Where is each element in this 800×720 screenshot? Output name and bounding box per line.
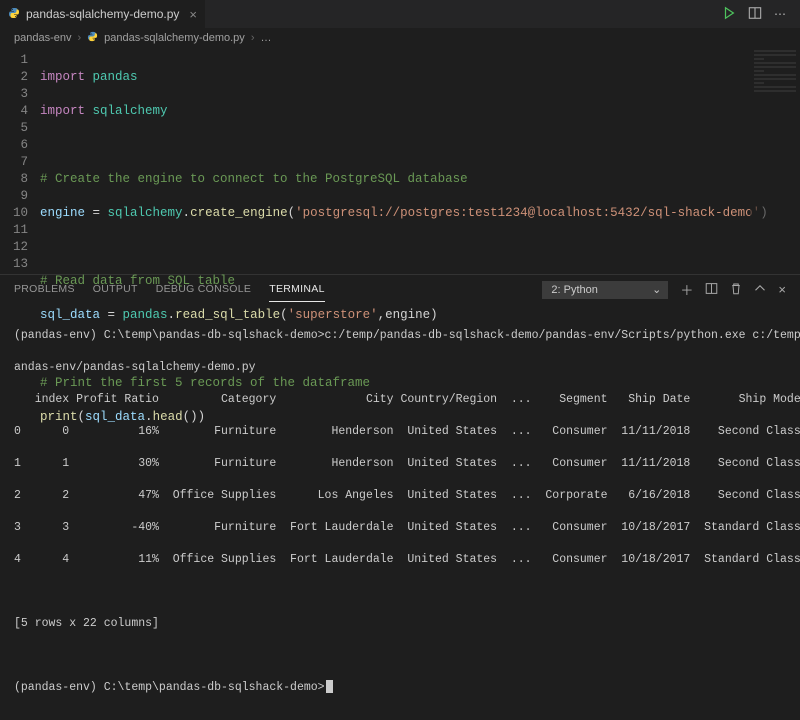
identifier: sql_data (40, 308, 100, 322)
operator: = (100, 308, 123, 322)
tab-filename: pandas-sqlalchemy-demo.py (26, 7, 179, 21)
string: 'superstore' (288, 308, 378, 322)
python-file-icon (87, 31, 98, 45)
line-number: 7 (0, 154, 28, 171)
line-number: 4 (0, 103, 28, 120)
chevron-right-icon: › (251, 32, 255, 44)
close-icon[interactable]: × (189, 7, 197, 22)
breadcrumb[interactable]: pandas-env › pandas-sqlalchemy-demo.py ›… (0, 28, 800, 48)
more-actions-icon[interactable]: ⋯ (774, 7, 786, 21)
table-row: 4 4 11% Office Supplies Fort Lauderdale … (14, 552, 786, 568)
line-number: 1 (0, 52, 28, 69)
line-number: 2 (0, 69, 28, 86)
line-number-gutter: 1 2 3 4 5 6 7 8 9 10 11 12 13 (0, 48, 40, 274)
module: sqlalchemy (93, 104, 168, 118)
module: pandas (123, 308, 168, 322)
comment: # Read data from SQL table (40, 274, 235, 288)
terminal-prompt: (pandas-env) C:\temp\pandas-db-sqlshack-… (14, 681, 325, 694)
maximize-panel-icon[interactable] (754, 282, 766, 297)
line-number: 8 (0, 171, 28, 188)
string: 'postgresql://postgres:test1234@localhos… (295, 206, 760, 220)
keyword: import (40, 104, 85, 118)
code-area[interactable]: import pandas import sqlalchemy # Create… (40, 48, 768, 274)
line-number: 9 (0, 188, 28, 205)
tab-bar: pandas-sqlalchemy-demo.py × ⋯ (0, 0, 800, 28)
punct: . (183, 206, 191, 220)
punct: ( (288, 206, 296, 220)
run-icon[interactable] (722, 6, 736, 23)
comment: # Create the engine to connect to the Po… (40, 172, 468, 186)
table-row: 3 3 -40% Furniture Fort Lauderdale Unite… (14, 520, 786, 536)
minimap[interactable] (750, 48, 800, 274)
breadcrumb-seg[interactable]: pandas-env (14, 32, 72, 44)
operator: = (85, 206, 108, 220)
line-number: 11 (0, 222, 28, 239)
module: sqlalchemy (108, 206, 183, 220)
keyword: import (40, 70, 85, 84)
terminal-selector[interactable]: 2: Python (542, 281, 668, 299)
punct: ,engine) (378, 308, 438, 322)
python-file-icon (8, 7, 20, 22)
line-number: 5 (0, 120, 28, 137)
identifier: engine (40, 206, 85, 220)
line-number: 3 (0, 86, 28, 103)
tab-bar-right: ⋯ (722, 6, 800, 23)
punct: . (168, 308, 176, 322)
function: head (153, 410, 183, 424)
function: create_engine (190, 206, 288, 220)
function: read_sql_table (175, 308, 280, 322)
chevron-right-icon: › (78, 32, 82, 44)
cursor-icon (326, 680, 333, 693)
split-terminal-icon[interactable] (705, 282, 718, 298)
code-editor[interactable]: 1 2 3 4 5 6 7 8 9 10 11 12 13 import pan… (0, 48, 800, 274)
identifier: sql_data (85, 410, 145, 424)
kill-terminal-icon[interactable] (730, 282, 742, 298)
punct: ()) (183, 410, 206, 424)
breadcrumb-seg[interactable]: pandas-sqlalchemy-demo.py (104, 32, 245, 44)
close-panel-icon[interactable]: × (778, 282, 786, 297)
module: pandas (93, 70, 138, 84)
line-number: 6 (0, 137, 28, 154)
terminal-selector-label: 2: Python (551, 284, 597, 296)
punct: ( (280, 308, 288, 322)
tab-bar-left: pandas-sqlalchemy-demo.py × (0, 0, 206, 28)
split-editor-icon[interactable] (748, 6, 762, 23)
comment: # Print the first 5 records of the dataf… (40, 376, 370, 390)
terminal-line: [5 rows x 22 columns] (14, 616, 786, 632)
breadcrumb-trail[interactable]: … (260, 32, 271, 44)
editor-tab-active[interactable]: pandas-sqlalchemy-demo.py × (0, 0, 206, 28)
new-terminal-icon[interactable]: ＋ (680, 280, 693, 299)
line-number: 12 (0, 239, 28, 256)
line-number: 10 (0, 205, 28, 222)
punct: . (145, 410, 153, 424)
punct: ( (78, 410, 86, 424)
function: print (40, 410, 78, 424)
line-number: 13 (0, 256, 28, 273)
